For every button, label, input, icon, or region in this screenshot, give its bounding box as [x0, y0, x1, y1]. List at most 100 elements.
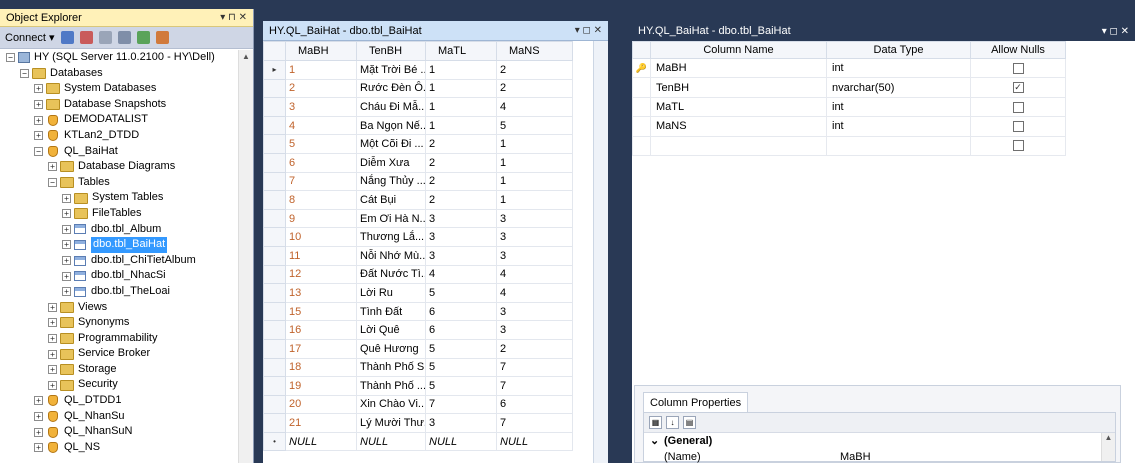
cell-matl[interactable]: 5	[425, 376, 497, 396]
designer-window-controls[interactable]: ▾ ◻ ✕	[1102, 26, 1129, 37]
expand-icon[interactable]: +	[48, 349, 57, 359]
cell-mabh[interactable]: 20	[285, 394, 357, 415]
cell-tenbh[interactable]: Em Ơi Hà N...	[356, 208, 426, 229]
tree-node-label[interactable]: System Databases	[64, 81, 156, 97]
table-row[interactable]: 10 Thương Lắ... 3 3	[263, 227, 573, 247]
cell-tenbh[interactable]: Cháu Đi Mẫ...	[356, 97, 426, 117]
tree-node-label[interactable]: KTLan2_DTDD	[64, 128, 139, 144]
tree-node-label[interactable]: System Tables	[92, 190, 163, 206]
expand-icon[interactable]: +	[48, 365, 57, 375]
expand-icon[interactable]: +	[34, 84, 43, 94]
tree-node[interactable]: + dbo.tbl_NhacSi	[0, 268, 238, 284]
tree-node-label[interactable]: dbo.tbl_TheLoai	[91, 284, 170, 300]
column-definition-row[interactable]: MaTL int	[632, 96, 1066, 118]
table-row[interactable]: ▸ 1 Mặt Trời Bé ... 1 2	[263, 60, 573, 80]
null-cell[interactable]: NULL	[285, 431, 357, 452]
column-name-cell[interactable]: MaBH	[650, 57, 827, 79]
cell-mabh[interactable]: 10	[285, 227, 357, 247]
expand-icon[interactable]: +	[34, 396, 43, 406]
cell-mabh[interactable]: 7	[285, 171, 357, 192]
connect-button[interactable]: Connect ▾	[5, 31, 55, 44]
alphabetical-sort-icon[interactable]: ↓	[666, 416, 679, 429]
cell-mans[interactable]: 3	[496, 227, 573, 247]
row-header[interactable]	[263, 264, 286, 285]
expand-icon[interactable]: +	[34, 100, 43, 110]
cell-matl[interactable]: 1	[425, 60, 497, 80]
cell-matl[interactable]: 3	[425, 227, 497, 247]
cell-mans[interactable]: 7	[496, 413, 573, 433]
row-header[interactable]	[263, 283, 286, 303]
activity-monitor-icon[interactable]	[155, 31, 169, 44]
tree-node[interactable]: + dbo.tbl_ChiTietAlbum	[0, 253, 238, 269]
cell-matl[interactable]: 5	[425, 357, 497, 378]
cell-matl[interactable]: 2	[425, 152, 497, 173]
tree-node[interactable]: + Views	[0, 300, 238, 316]
tree-node[interactable]: + System Tables	[0, 190, 238, 206]
cell-mans[interactable]: 4	[496, 97, 573, 117]
expand-icon[interactable]: +	[62, 224, 71, 234]
data-type-cell[interactable]: int	[826, 57, 971, 79]
table-designer-tab[interactable]: HY.QL_BaiHat - dbo.tbl_BaiHat ▾ ◻ ✕	[632, 21, 1135, 41]
data-type-cell[interactable]: nvarchar(50)	[826, 77, 971, 98]
column-name-cell[interactable]	[650, 135, 827, 156]
column-header-tenbh[interactable]: TenBH	[356, 41, 426, 61]
collapse-icon[interactable]: −	[20, 68, 29, 78]
current-row-indicator[interactable]: ▸	[263, 60, 286, 80]
panel-pin-controls[interactable]: ▾ ⊓ ✕	[220, 12, 247, 23]
cell-tenbh[interactable]: Ba Ngọn Nế...	[356, 115, 426, 136]
collapse-icon[interactable]: −	[6, 53, 15, 63]
column-name-cell[interactable]: MaNS	[650, 116, 827, 137]
cell-matl[interactable]: 5	[425, 338, 497, 359]
cell-mans[interactable]: 3	[496, 320, 573, 340]
expand-icon[interactable]: +	[34, 115, 43, 125]
column-name-cell[interactable]: MaTL	[650, 96, 827, 118]
cell-mabh[interactable]: 15	[285, 301, 357, 322]
property-value[interactable]: MaBH	[840, 449, 871, 463]
tree-node-label[interactable]: QL_NS	[64, 440, 100, 456]
table-row[interactable]: 12 Đất Nước Tì... 4 4	[263, 264, 573, 285]
tree-node[interactable]: + System Databases	[0, 81, 238, 97]
expand-icon[interactable]: +	[62, 256, 71, 266]
cell-matl[interactable]: 7	[425, 394, 497, 415]
tree-node-label[interactable]: Storage	[78, 362, 117, 378]
scroll-up-icon[interactable]: ▲	[1102, 433, 1115, 442]
cell-mabh[interactable]: 5	[285, 134, 357, 154]
cell-mans[interactable]: 7	[496, 357, 573, 378]
tree-node[interactable]: + Database Snapshots	[0, 97, 238, 113]
null-cell[interactable]: NULL	[356, 431, 426, 452]
tree-node[interactable]: + QL_NhanSuN	[0, 424, 238, 440]
tree-node[interactable]: + QL_NS	[0, 440, 238, 456]
cell-mans[interactable]: 1	[496, 190, 573, 210]
table-row[interactable]: 7 Nắng Thủy ... 2 1	[263, 171, 573, 192]
cell-mabh[interactable]: 13	[285, 283, 357, 303]
cell-mabh[interactable]: 19	[285, 376, 357, 396]
cell-mabh[interactable]: 9	[285, 208, 357, 229]
cell-tenbh[interactable]: Quê Hương	[356, 338, 426, 359]
connect-server-icon[interactable]	[60, 31, 74, 44]
cell-mans[interactable]: 1	[496, 152, 573, 173]
categorized-icon[interactable]: ▦	[649, 416, 662, 429]
cell-mans[interactable]: 1	[496, 134, 573, 154]
filter-icon[interactable]	[117, 31, 131, 44]
cell-mabh[interactable]: 3	[285, 97, 357, 117]
cell-mans[interactable]: 3	[496, 245, 573, 266]
cell-matl[interactable]: 1	[425, 78, 497, 99]
property-group-general[interactable]: ⌄ (General)	[644, 433, 1115, 449]
data-type-cell[interactable]: int	[826, 116, 971, 137]
tree-node-label[interactable]: Service Broker	[78, 346, 150, 362]
cell-mabh[interactable]: 1	[285, 60, 357, 80]
column-header-mans[interactable]: MaNS	[496, 41, 573, 61]
expand-icon[interactable]: +	[62, 240, 71, 250]
expand-icon[interactable]: +	[34, 131, 43, 141]
table-row[interactable]: 16 Lời Quê 6 3	[263, 320, 573, 340]
cell-mans[interactable]: 2	[496, 78, 573, 99]
table-row[interactable]: 4 Ba Ngọn Nế... 1 5	[263, 115, 573, 136]
tree-node-label[interactable]: dbo.tbl_NhacSi	[91, 268, 166, 284]
tree-node[interactable]: − Tables	[0, 175, 238, 191]
cell-mans[interactable]: 4	[496, 264, 573, 285]
tree-node[interactable]: − Databases	[0, 66, 238, 82]
expand-icon[interactable]: +	[62, 271, 71, 281]
tree-node-label[interactable]: Databases	[50, 66, 103, 82]
cell-mabh[interactable]: 17	[285, 338, 357, 359]
cell-mans[interactable]: 6	[496, 394, 573, 415]
